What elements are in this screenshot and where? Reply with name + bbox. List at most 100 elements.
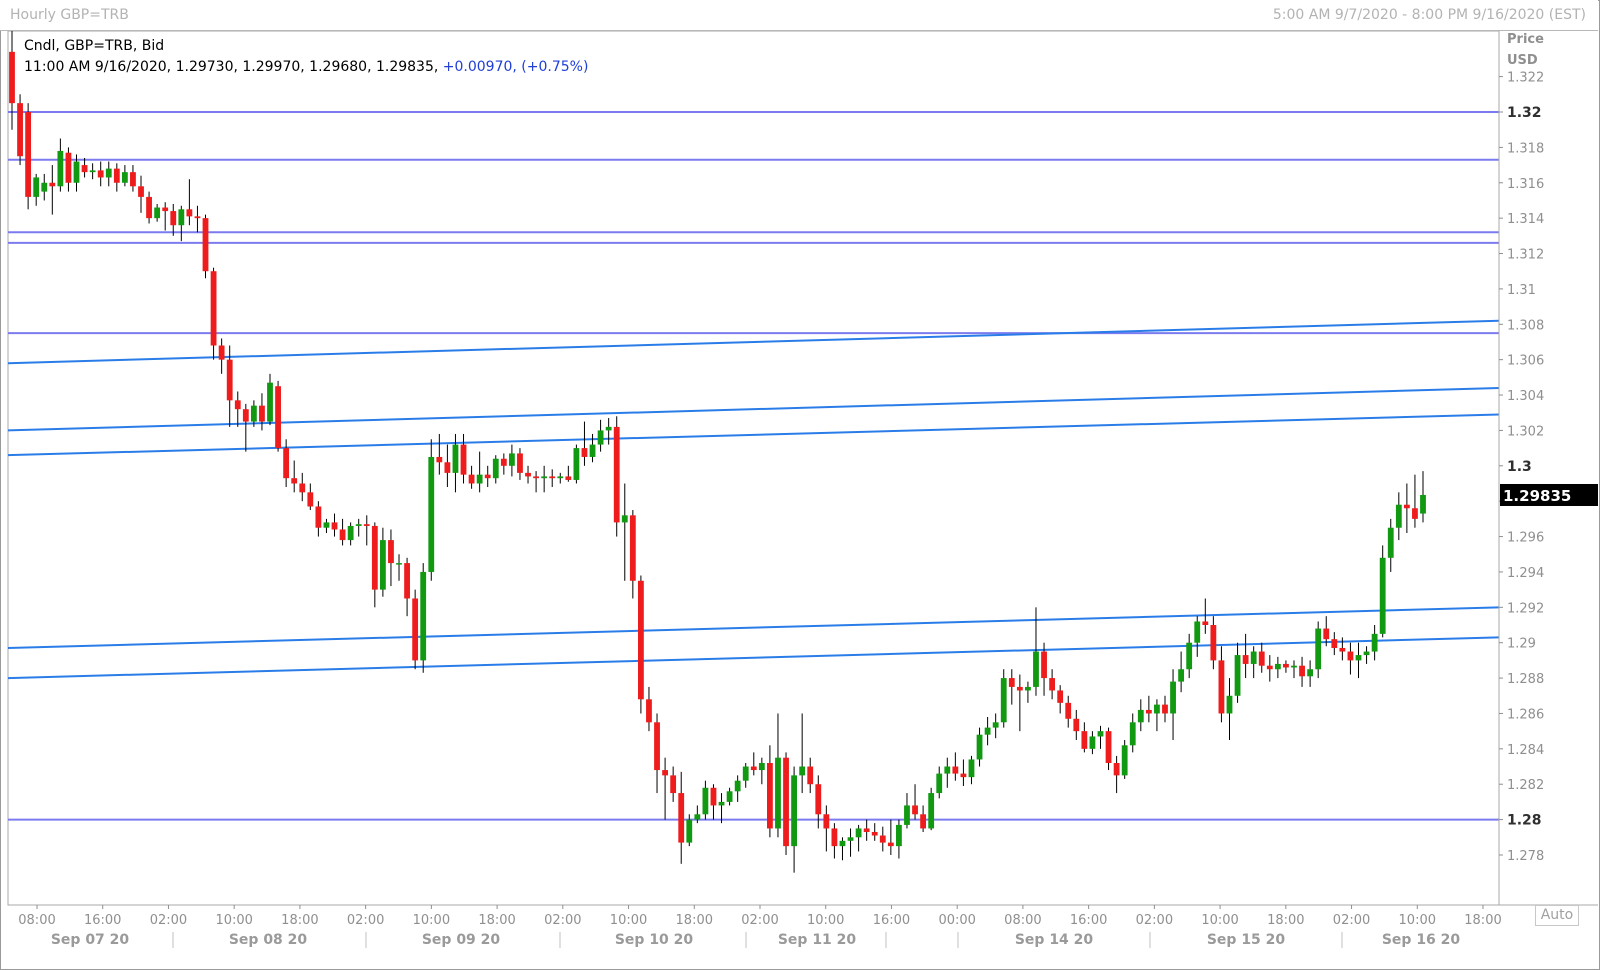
candle-body [638,580,644,700]
candle [412,589,419,670]
time-tick-label: 08:00 [1004,913,1041,928]
candle-body [960,773,967,778]
candle-body [162,207,169,212]
candle-body [549,476,556,479]
candle-body [952,766,959,774]
candle-body [831,828,838,847]
candle-body [1145,709,1152,714]
candle-body [525,472,531,477]
candle-body [1057,690,1064,703]
candle-body [1194,621,1201,643]
candle-body [823,814,830,829]
time-tick-label: 18:00 [478,913,515,928]
candle-body [896,824,902,847]
price-tick-label: 1.314 [1507,212,1544,227]
candle-body [734,780,741,792]
candle-body [621,515,628,523]
candle-body [1339,648,1346,652]
candle-body [1121,745,1128,776]
candle-body [613,426,620,523]
time-axis[interactable]: 08:00 16:00 02:00 10:00 18:00 02:00 10:00 18:00… [8,904,1598,968]
price-tick-label: 1.286 [1507,707,1544,722]
candle-body [25,112,32,197]
candle-body [871,831,878,836]
candle-body [17,103,23,157]
time-tick-label: 10:00 [413,913,450,928]
candle-body [1137,709,1144,723]
time-tick-label: 02:00 [150,913,187,928]
candle-body [654,722,660,771]
candle-body [1274,663,1281,670]
candle-body [105,168,112,178]
candle-body [1387,527,1394,558]
candle-body [178,209,185,226]
candle-body [379,540,386,590]
auto-scale-button[interactable]: Auto [1535,905,1579,926]
candle-body [1403,504,1410,509]
price-axis[interactable]: Price USD 1.322 1.32 1.318 1.316 1.314 1.312 1.3… [1498,31,1598,905]
candle-body [1226,695,1233,714]
time-tick-label: 10:00 [1399,913,1436,928]
change-percent: (+0.75%) [521,59,589,75]
candle-body [1049,678,1056,691]
candle-body [1129,722,1136,746]
candle-body [1258,651,1265,666]
candle-body [130,172,136,187]
time-tick-label: 18:00 [1267,913,1304,928]
candle-body [605,426,612,431]
price-axis-currency: USD [1507,53,1538,68]
candle-body [1097,731,1104,737]
candle-body [1041,651,1047,679]
candle [573,444,580,484]
candle [638,575,644,714]
candle-body [726,791,733,802]
candle-body [355,524,362,526]
time-tick-label: 10:00 [610,913,647,928]
time-range-label: 5:00 AM 9/7/2020 - 8:00 PM 9/16/2020 (ES… [1272,7,1586,23]
candle-body [783,757,789,847]
candle-body [984,727,991,735]
candle-body [1033,651,1039,687]
candle-body [1283,663,1289,668]
candle [928,787,935,831]
candle-body [500,458,507,466]
candle-body [363,524,370,526]
candle-body [678,793,685,843]
candle-body [226,359,233,401]
price-tick-label: 1.3 [1507,459,1532,475]
candle-body [750,766,757,771]
candle-body [847,837,854,841]
time-tick-label: 10:00 [1201,913,1238,928]
candle-body [484,474,491,479]
candle-body [541,476,548,479]
candle-body [1323,628,1330,640]
candle-body [315,506,322,528]
candle-body [404,563,410,599]
chart-title-bar: Hourly GBP=TRB 5:00 AM 9/7/2020 - 8:00 P… [0,0,1598,31]
candle-body [57,150,64,187]
candle-body [371,525,378,590]
candle-body [758,762,765,771]
candle-body [210,271,217,346]
candle-body [65,152,72,183]
candle-body [1234,655,1241,696]
date-label: Sep 08 20 [229,932,308,948]
candle-body [1363,651,1370,656]
candle-body [1008,678,1015,687]
candle-body [670,775,677,794]
price-tick-label: 1.308 [1507,318,1544,333]
candle-body [1170,681,1176,714]
price-tick-label: 1.304 [1507,389,1544,404]
series-legend: Cndl, GBP=TRB, Bid [24,38,165,54]
candle-body [113,168,120,183]
candle-body [863,828,870,832]
candle-body [508,453,515,466]
candle-body [1242,655,1249,664]
date-label: Sep 10 20 [615,932,694,948]
candle-body [1089,736,1096,749]
candle-body [646,699,652,723]
candle-body [1210,625,1217,661]
candle-body [396,563,402,565]
candle-body [662,770,668,776]
candle [25,103,32,210]
